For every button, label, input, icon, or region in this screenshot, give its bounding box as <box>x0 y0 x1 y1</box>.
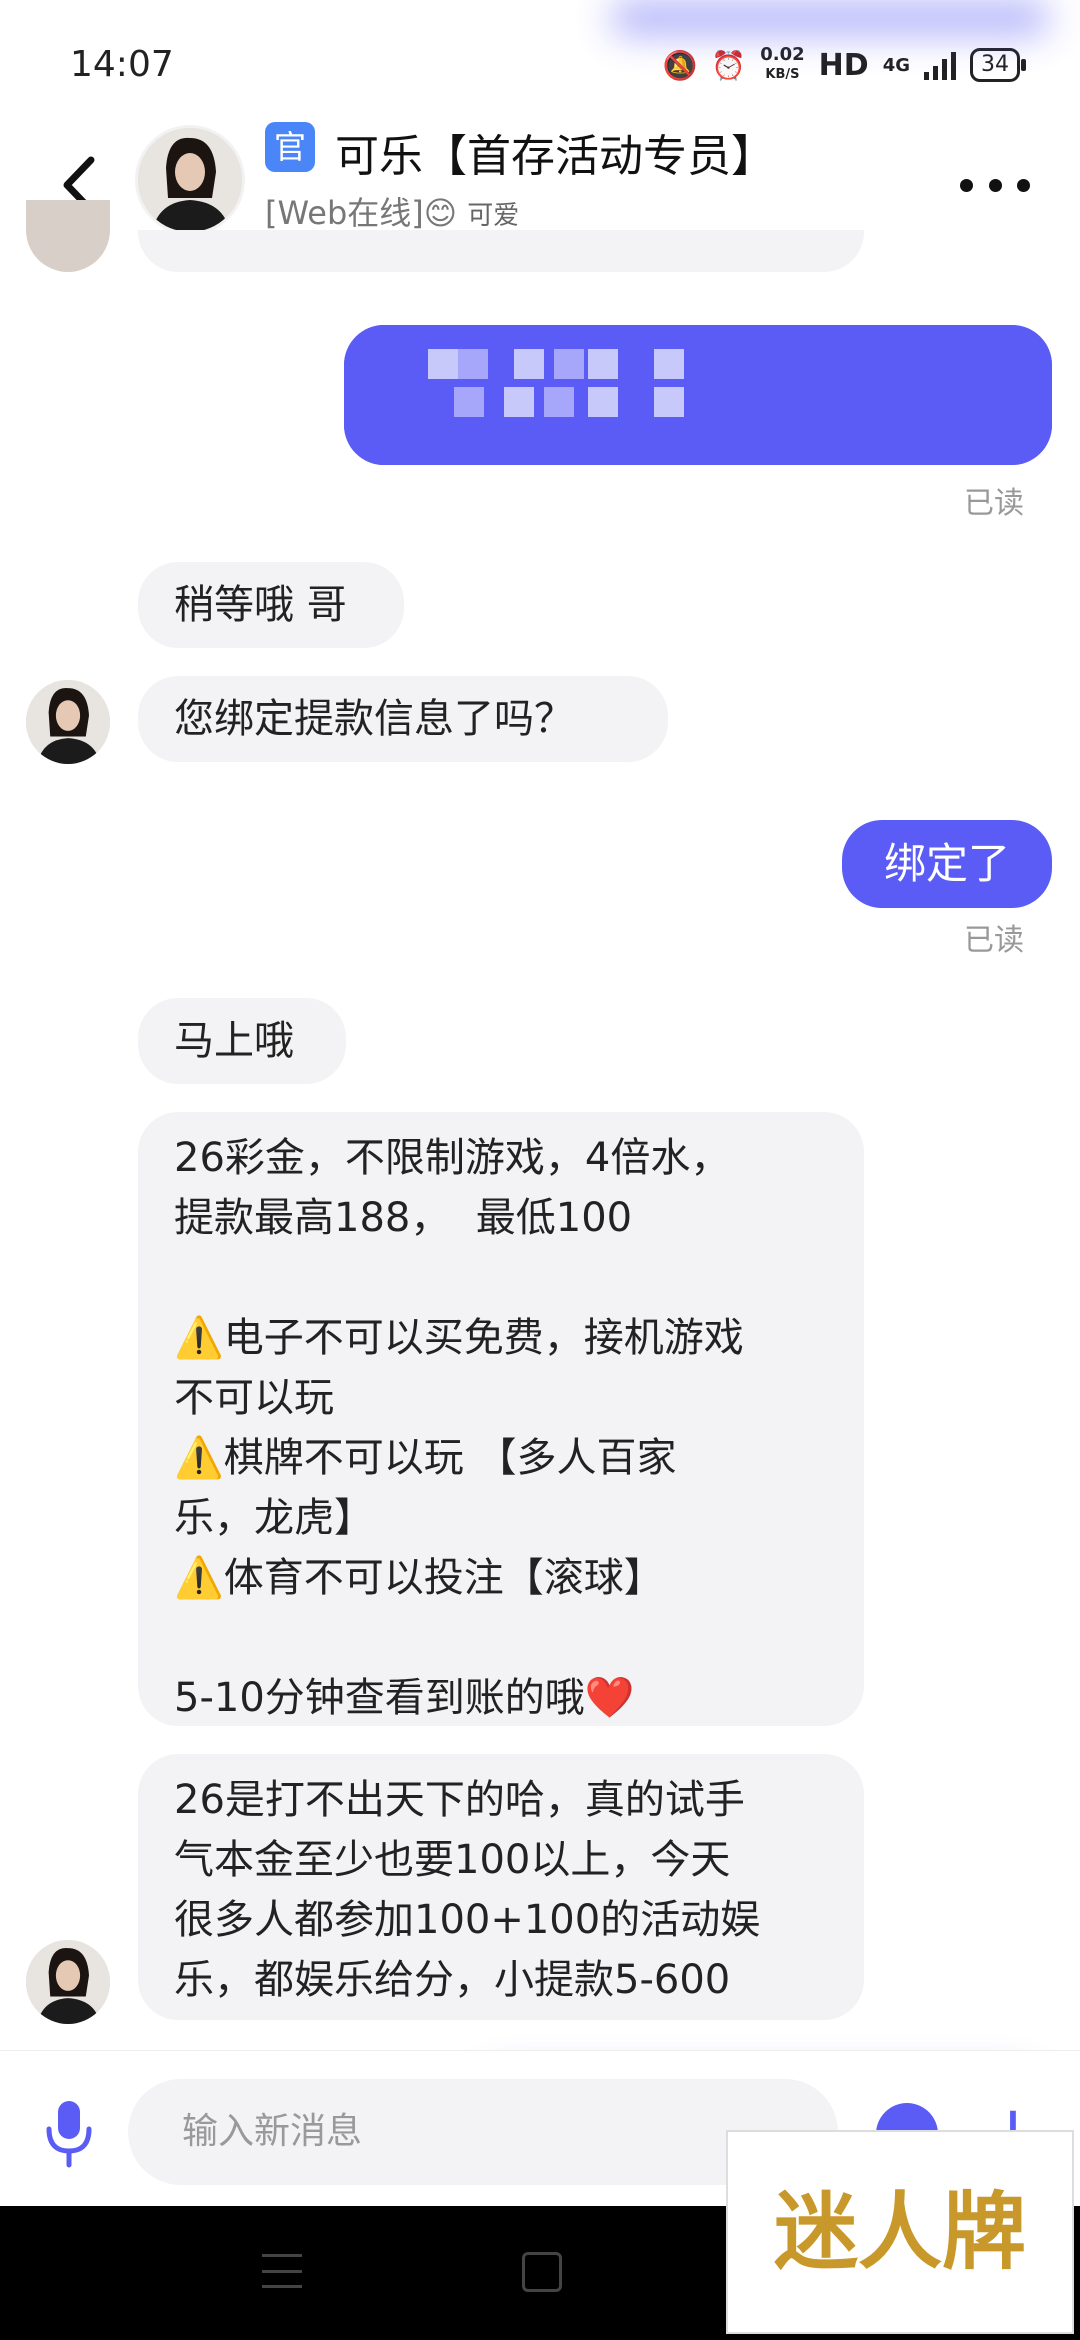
hd-label: HD <box>818 47 869 83</box>
battery-icon: 34 <box>970 48 1026 82</box>
message-bubble-incoming: 稍等哦 哥 <box>138 562 404 648</box>
watermark-logo: 迷人牌 <box>726 2130 1074 2334</box>
pixel-block <box>504 387 534 417</box>
message-bubble-incoming-rules: 26彩金，不限制游戏，4倍水， 提款最高188， 最低100 ​ ⚠️电子不可以… <box>138 1112 864 1726</box>
status-mood: 可爱 <box>467 201 520 231</box>
more-menu-icon[interactable] <box>960 170 1030 200</box>
pixel-block <box>454 387 484 417</box>
network-speed-unit: KB/S <box>765 67 800 82</box>
avatar-photo <box>26 1940 110 2024</box>
sender-avatar <box>26 200 110 272</box>
battery-level: 34 <box>981 52 1009 77</box>
message-bubble-outgoing: 绑定了 <box>842 820 1052 908</box>
blur-artifact <box>610 0 1050 36</box>
message-line: 26是打不出天下的哈，真的试手 <box>174 1777 745 1823</box>
message-line: ⚠️电子不可以买免费，接机游戏 <box>174 1315 744 1361</box>
network-type: 4G <box>882 54 910 76</box>
message-line: ⚠️棋牌不可以玩 【多人百家 <box>174 1435 677 1481</box>
status-time: 14:07 <box>70 44 174 85</box>
pixel-block <box>588 387 618 417</box>
recent-apps-icon[interactable] <box>262 2254 302 2288</box>
contact-avatar[interactable] <box>135 125 245 235</box>
pixel-block <box>428 349 458 379</box>
official-badge: 官 <box>265 122 315 172</box>
message-line: 很多人都参加100+100的活动娱 <box>174 1897 761 1943</box>
message-line: 乐，都娱乐给分，小提款5-600 <box>174 1957 731 2003</box>
avatar-photo <box>26 680 110 764</box>
mute-vibrate-icon: 🔕 <box>662 48 698 82</box>
pixel-block <box>458 349 488 379</box>
message-bubble-clipped <box>138 230 864 272</box>
read-receipt: 已读 <box>964 923 1024 958</box>
pixel-block <box>554 349 584 379</box>
alarm-icon: ⏰ <box>711 48 747 82</box>
online-status-text: [Web在线] <box>265 194 424 232</box>
pixel-block <box>544 387 574 417</box>
message-bubble-incoming-promo: 26是打不出天下的哈，真的试手 气本金至少也要100以上，今天 很多人都参加10… <box>138 1754 864 2020</box>
pixel-block <box>514 349 544 379</box>
network-speed: 0.02 KB/S <box>760 46 804 84</box>
message-line: 不可以玩 <box>174 1375 334 1421</box>
message-line: 26彩金，不限制游戏，4倍水， <box>174 1135 731 1181</box>
pixelated-content <box>344 325 1052 465</box>
message-line: 5-10分钟查看到账的哦❤️ <box>174 1675 635 1721</box>
network-speed-value: 0.02 <box>760 44 805 65</box>
pixel-block <box>588 349 618 379</box>
sender-avatar <box>26 680 110 764</box>
status-icons: 🔕 ⏰ 0.02 KB/S HD 4G 34 <box>662 46 1026 84</box>
smile-emoji-icon: 😊 <box>423 194 458 232</box>
message-bubble-incoming: 马上哦 <box>138 998 346 1084</box>
avatar-photo <box>138 128 242 232</box>
message-bubble-incoming: 您绑定提款信息了吗？ <box>138 676 668 762</box>
home-icon[interactable] <box>522 2252 562 2292</box>
pixel-block <box>654 349 684 379</box>
message-line: 气本金至少也要100以上，今天 <box>174 1837 731 1883</box>
microphone-icon[interactable] <box>42 2099 96 2169</box>
message-line: 乐，龙虎】 <box>174 1495 374 1541</box>
online-status: [Web在线]😊 可爱 <box>265 188 519 234</box>
message-bubble-outgoing-pixelated <box>344 325 1052 465</box>
pixel-block <box>654 387 684 417</box>
read-receipt: 已读 <box>964 486 1024 521</box>
message-line: ​ <box>174 1248 828 1308</box>
message-line: 提款最高188， 最低100 <box>174 1195 633 1241</box>
signal-icon <box>924 50 956 80</box>
sender-avatar <box>26 1940 110 2024</box>
message-line: ⚠️体育不可以投注【滚球】 <box>174 1555 664 1601</box>
contact-name: 可乐【首存活动专员】 <box>335 131 775 182</box>
message-line: ​ <box>174 1608 828 1668</box>
